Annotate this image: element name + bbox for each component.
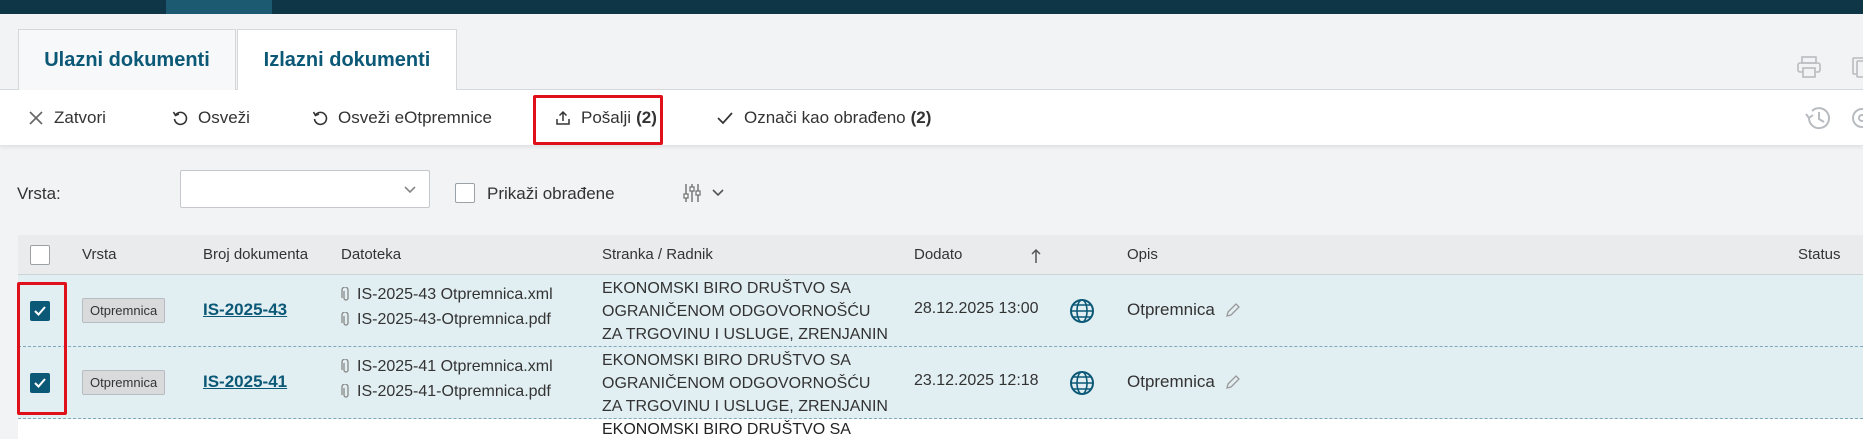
table-row[interactable]: Otpremnica IS-2025-43 IS-2025-43 Otpremn… xyxy=(18,275,1863,347)
gear-icon[interactable] xyxy=(1848,104,1863,132)
type-select[interactable] xyxy=(180,170,430,208)
added-date: 28.12.2025 13:00 xyxy=(914,300,1039,317)
description-text: Otpremnica xyxy=(1127,372,1215,391)
party-name: EKONOMSKI BIRO DRUŠTVO SA OGRANIČENOM OD… xyxy=(602,349,902,418)
mark-processed-label: Označi kao obrađeno xyxy=(744,108,906,127)
paperclip-icon xyxy=(341,359,349,373)
document-tabs: Ulazni dokumenti Izlazni dokumenti xyxy=(0,14,1863,91)
document-number-link[interactable]: IS-2025-41 xyxy=(203,372,287,392)
close-button[interactable]: Zatvori xyxy=(28,90,106,146)
row-checkbox-checked[interactable] xyxy=(30,301,50,321)
refresh-edelivery-button[interactable]: Osveži eOtpremnice xyxy=(312,90,492,146)
checkmark-icon xyxy=(34,306,46,316)
party-line: OGRANIČENOM ODGOVORNOŠĆU xyxy=(602,303,871,320)
history-icon[interactable] xyxy=(1803,104,1833,132)
attachment-filename: IS-2025-41 Otpremnica.xml xyxy=(357,358,553,375)
description-cell: Otpremnica xyxy=(1127,372,1241,392)
filter-settings-icon[interactable] xyxy=(683,182,731,204)
party-line: EKONOMSKI BIRO DRUŠTVO SA xyxy=(602,421,851,438)
paperclip-icon xyxy=(341,312,349,326)
filter-bar: Vrsta: Prikaži obrađene xyxy=(0,170,1863,216)
checkmark-icon xyxy=(34,378,46,388)
globe-icon xyxy=(1070,299,1094,323)
top-navigation-bar xyxy=(0,0,1863,14)
party-line: EKONOMSKI BIRO DRUŠTVO SA xyxy=(602,352,851,369)
action-toolbar: Zatvori Osveži Osveži eOtpremnice Pošalj… xyxy=(0,90,1863,146)
col-added-header[interactable]: Dodato xyxy=(914,246,962,263)
refresh-icon xyxy=(172,111,188,126)
col-number-header[interactable]: Broj dokumenta xyxy=(203,246,308,263)
attachment-file[interactable]: IS-2025-41-Otpremnica.pdf xyxy=(341,383,551,401)
select-all-checkbox[interactable] xyxy=(30,245,50,265)
close-label: Zatvori xyxy=(54,108,106,127)
show-processed-label: Prikaži obrađene xyxy=(487,184,615,203)
copy-icon[interactable] xyxy=(1848,56,1863,78)
globe-icon xyxy=(1070,371,1094,395)
col-description-header[interactable]: Opis xyxy=(1127,246,1158,263)
attachment-filename: IS-2025-43-Otpremnica.pdf xyxy=(357,311,551,328)
table-header: Vrsta Broj dokumenta Datoteka Stranka / … xyxy=(18,235,1863,275)
party-line: EKONOMSKI BIRO DRUŠTVO SA xyxy=(602,280,851,297)
tab-outgoing-documents[interactable]: Izlazni dokumenti xyxy=(237,29,457,91)
document-number-link[interactable]: IS-2025-43 xyxy=(203,300,287,320)
refresh-icon xyxy=(312,111,328,126)
table-row[interactable]: Otpremnica IS-2025-41 IS-2025-41 Otpremn… xyxy=(18,347,1863,419)
col-status-header[interactable]: Status xyxy=(1798,246,1841,263)
mark-processed-button[interactable]: Označi kao obrađeno (2) xyxy=(716,90,931,146)
send-label: Pošalji xyxy=(581,108,632,127)
attachment-filename: IS-2025-43 Otpremnica.xml xyxy=(357,286,553,303)
paperclip-icon xyxy=(341,384,349,398)
attachment-file[interactable]: IS-2025-43-Otpremnica.pdf xyxy=(341,311,551,329)
row-checkbox-checked[interactable] xyxy=(30,373,50,393)
pencil-icon[interactable] xyxy=(1225,302,1241,318)
party-line: OGRANIČENOM ODGOVORNOŠĆU xyxy=(602,375,871,392)
party-name: EKONOMSKI BIRO DRUŠTVO SA OGRANIČENOM OD… xyxy=(602,277,902,346)
party-line: ZA TRGOVINU I USLUGE, ZRENJANIN xyxy=(602,326,888,343)
col-file-header[interactable]: Datoteka xyxy=(341,246,401,263)
table-row[interactable]: EKONOMSKI BIRO DRUŠTVO SA xyxy=(18,419,1863,439)
send-count: (2) xyxy=(636,108,657,127)
chevron-down-icon xyxy=(404,186,416,194)
mark-processed-count: (2) xyxy=(910,108,932,127)
description-text: Otpremnica xyxy=(1127,300,1215,319)
description-cell: Otpremnica xyxy=(1127,300,1241,320)
attachment-file[interactable]: IS-2025-43 Otpremnica.xml xyxy=(341,286,553,304)
tab-incoming-documents[interactable]: Ulazni dokumenti xyxy=(18,29,236,91)
top-nav-active-segment[interactable] xyxy=(166,0,272,14)
tab-outgoing-label: Izlazni dokumenti xyxy=(263,48,431,71)
type-filter-label: Vrsta: xyxy=(17,184,61,203)
party-line: ZA TRGOVINU I USLUGE, ZRENJANIN xyxy=(602,398,888,415)
print-icon[interactable] xyxy=(1796,56,1822,78)
col-party-header[interactable]: Stranka / Radnik xyxy=(602,246,713,263)
upload-icon xyxy=(556,110,570,125)
pencil-icon[interactable] xyxy=(1225,374,1241,390)
checkmark-icon xyxy=(717,112,733,125)
col-type-header[interactable]: Vrsta xyxy=(82,246,116,263)
refresh-button[interactable]: Osveži xyxy=(172,90,250,146)
refresh-edelivery-label: Osveži eOtpremnice xyxy=(338,108,492,127)
attachment-file[interactable]: IS-2025-41 Otpremnica.xml xyxy=(341,358,553,376)
document-type-badge: Otpremnica xyxy=(82,370,166,395)
document-type-badge: Otpremnica xyxy=(82,298,166,323)
attachment-filename: IS-2025-41-Otpremnica.pdf xyxy=(357,383,551,400)
tab-incoming-label: Ulazni dokumenti xyxy=(44,49,210,71)
sort-ascending-icon[interactable] xyxy=(1030,248,1042,264)
documents-table: Vrsta Broj dokumenta Datoteka Stranka / … xyxy=(18,235,1863,439)
added-date: 23.12.2025 12:18 xyxy=(914,372,1039,389)
refresh-label: Osveži xyxy=(198,108,250,127)
paperclip-icon xyxy=(341,287,349,301)
send-button[interactable]: Pošalji (2) xyxy=(555,90,657,146)
show-processed-checkbox[interactable] xyxy=(455,183,475,203)
close-icon xyxy=(29,111,43,125)
